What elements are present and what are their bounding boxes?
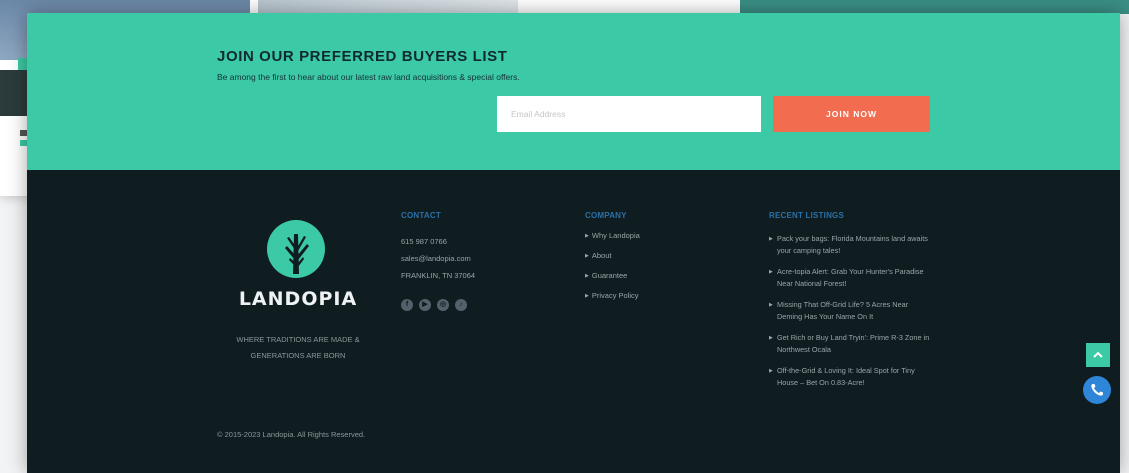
recent-listing-label: Pack your bags: Florida Mountains land a… (777, 234, 928, 255)
company-links: ▶ Why Landopia ▶ About ▶ Guarantee ▶ Privacy… (585, 231, 640, 311)
company-link-label: Guarantee (591, 271, 628, 280)
brand-logo-text[interactable]: LANDOPIA (232, 288, 364, 310)
caret-right-icon: ▶ (769, 368, 773, 374)
caret-right-icon: ▶ (769, 335, 773, 341)
recent-listing-link[interactable]: ▶ Acre-topia Alert: Grab Your Hunter's Pa… (769, 266, 934, 290)
contact-phone[interactable]: 615 987 0766 (401, 237, 447, 246)
company-link-about[interactable]: ▶ About (585, 251, 640, 271)
tree-icon[interactable] (267, 220, 325, 278)
contact-location: FRANKLIN, TN 37064 (401, 271, 476, 280)
company-heading: COMPANY (585, 211, 627, 220)
call-button[interactable] (1083, 376, 1111, 404)
newsletter-title: JOIN OUR PREFERRED BUYERS LIST (217, 48, 508, 65)
background-caption (0, 70, 30, 116)
facebook-icon[interactable]: f (401, 299, 413, 311)
recent-listings: ▶ Pack your bags: Florida Mountains land … (769, 233, 934, 398)
youtube-icon[interactable]: ▶ (419, 299, 431, 311)
recent-listing-label: Missing That Off-Grid Life? 5 Acres Near… (777, 300, 909, 321)
chevron-up-icon (1093, 351, 1103, 358)
background-banner (740, 0, 1129, 14)
phone-icon (1091, 384, 1103, 396)
company-link-label: Privacy Policy (591, 291, 639, 300)
site-footer-panel: JOIN OUR PREFERRED BUYERS LIST Be among … (27, 13, 1120, 473)
copyright-text: © 2015-2023 Landopia. All Rights Reserve… (217, 430, 366, 439)
recent-listing-label: Off-the-Grid & Loving It: Ideal Spot for… (777, 366, 915, 387)
recent-listings-heading: RECENT LISTINGS (769, 211, 845, 220)
join-now-button[interactable]: JOIN NOW (773, 96, 930, 132)
tiktok-icon[interactable]: ♪ (455, 299, 467, 311)
instagram-icon[interactable]: ◎ (437, 299, 449, 311)
company-link-label: About (591, 251, 612, 260)
background-photo-2 (258, 0, 518, 14)
brand-tagline: WHERE TRADITIONS ARE MADE & GENERATIONS … (236, 335, 360, 360)
recent-listing-link[interactable]: ▶ Off-the-Grid & Loving It: Ideal Spot fo… (769, 365, 934, 389)
footer: LANDOPIA WHERE TRADITIONS ARE MADE & GEN… (27, 170, 1120, 473)
recent-listing-link[interactable]: ▶ Missing That Off-Grid Life? 5 Acres Nea… (769, 299, 934, 323)
caret-right-icon: ▶ (585, 253, 589, 260)
scroll-to-top-button[interactable] (1086, 343, 1110, 367)
recent-listing-link[interactable]: ▶ Get Rich or Buy Land Tryin': Prime R-3 … (769, 332, 934, 356)
recent-listing-link[interactable]: ▶ Pack your bags: Florida Mountains land … (769, 233, 934, 257)
caret-right-icon: ▶ (585, 273, 589, 280)
newsletter-subtitle: Be among the first to hear about our lat… (217, 72, 520, 82)
company-link-guarantee[interactable]: ▶ Guarantee (585, 271, 640, 291)
company-link-privacy-policy[interactable]: ▶ Privacy Policy (585, 291, 640, 311)
caret-right-icon: ▶ (769, 236, 773, 242)
contact-heading: CONTACT (401, 211, 441, 220)
recent-listing-label: Get Rich or Buy Land Tryin': Prime R-3 Z… (777, 333, 930, 354)
newsletter-section: JOIN OUR PREFERRED BUYERS LIST Be among … (27, 13, 1120, 170)
caret-right-icon: ▶ (585, 293, 589, 300)
recent-listing-label: Acre-topia Alert: Grab Your Hunter's Par… (777, 267, 924, 288)
company-link-why-landopia[interactable]: ▶ Why Landopia (585, 231, 640, 251)
caret-right-icon: ▶ (769, 269, 773, 275)
caret-right-icon: ▶ (585, 233, 589, 240)
company-link-label: Why Landopia (591, 231, 640, 240)
email-input[interactable] (497, 96, 761, 132)
caret-right-icon: ▶ (769, 302, 773, 308)
contact-email[interactable]: sales@landopia.com (401, 254, 471, 263)
